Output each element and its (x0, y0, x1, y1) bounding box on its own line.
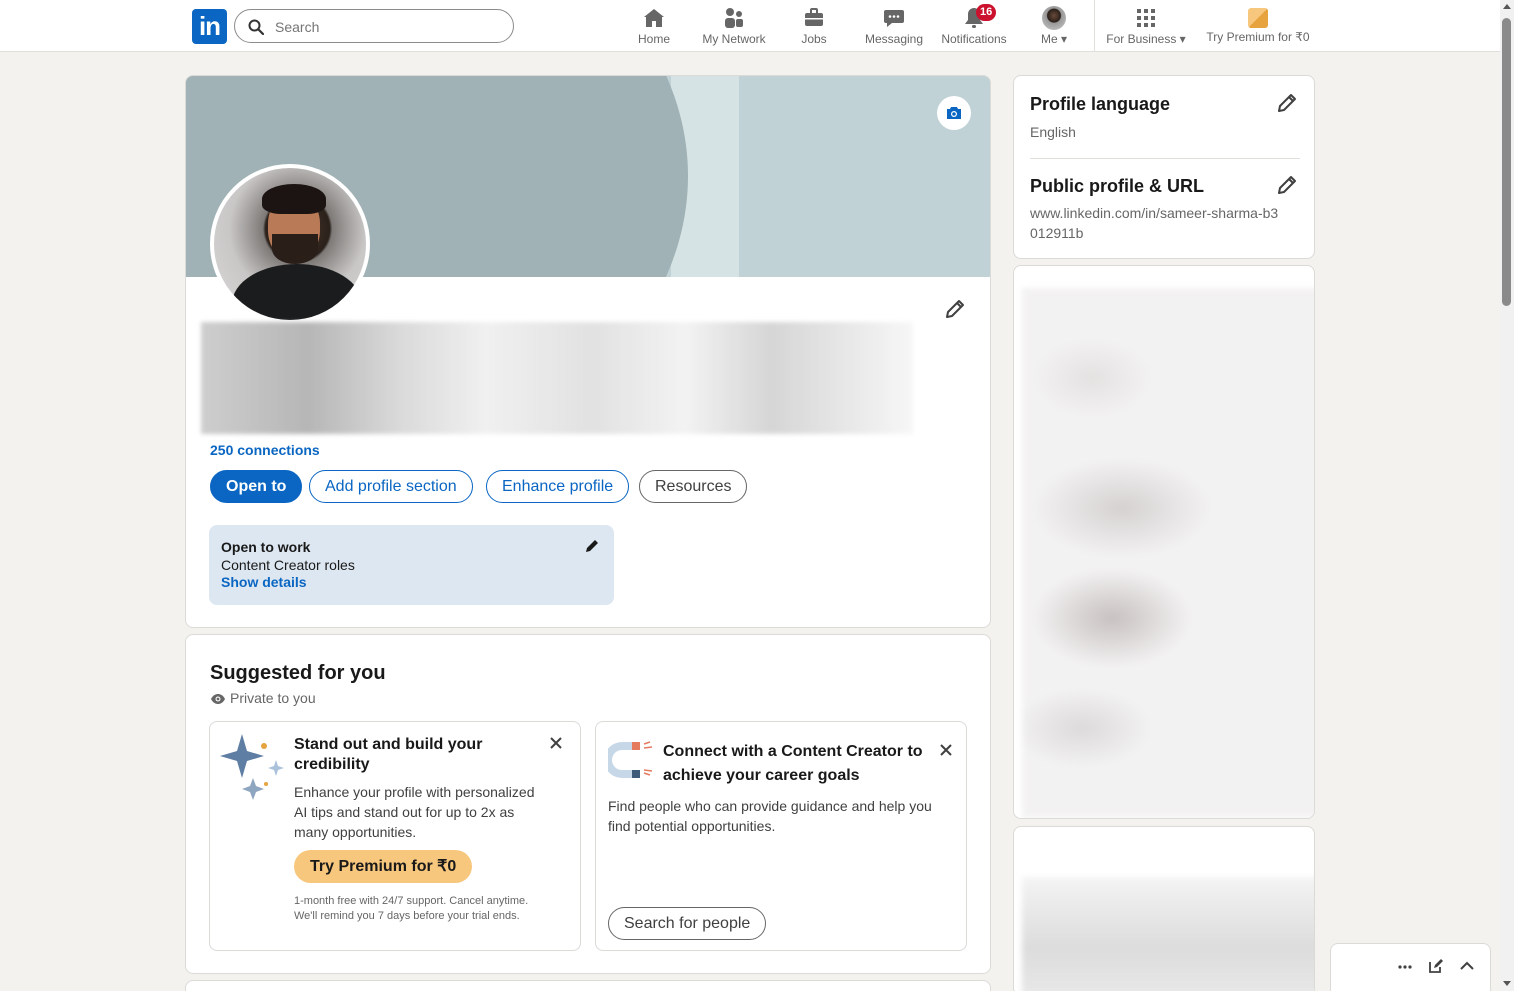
grid-icon (1137, 9, 1155, 27)
profile-language-value: English (1030, 124, 1076, 140)
suggestion-heading: Stand out and build your credibility (294, 736, 483, 773)
nav-try-premium-label: Try Premium for ₹0 (1206, 30, 1310, 44)
edit-banner-button[interactable] (937, 96, 971, 130)
scroll-down-arrow[interactable] (1503, 981, 1511, 986)
search-for-people-button[interactable]: Search for people (608, 907, 767, 940)
search-box[interactable] (234, 9, 514, 43)
open-to-work-box[interactable]: Open to work Content Creator roles Show … (209, 525, 614, 605)
edit-language-pencil-icon[interactable] (1276, 92, 1298, 114)
edit-open-to-work-pencil-icon[interactable] (584, 538, 600, 554)
divider (1030, 158, 1300, 159)
nav-my-network[interactable]: My Network (699, 6, 769, 48)
briefcase-icon (805, 8, 823, 26)
nav-for-business[interactable]: For Business ▾ (1104, 6, 1188, 48)
nav-messaging-label: Messaging (864, 32, 924, 46)
profile-language-title: Profile language (1030, 94, 1171, 114)
compose-icon[interactable] (1428, 958, 1444, 979)
camera-icon (947, 107, 961, 119)
search-icon (248, 19, 264, 35)
chevron-down-icon: ▾ (1179, 32, 1186, 46)
network-icon (725, 8, 743, 28)
nav-jobs-label: Jobs (801, 32, 827, 46)
private-label: Private to you (230, 690, 316, 706)
chat-icon (884, 10, 904, 27)
avatar (1042, 6, 1066, 30)
suggestion-body: Find people who can provide guidance and… (608, 798, 932, 834)
home-icon (644, 9, 664, 27)
open-to-button[interactable]: Open to (210, 470, 303, 503)
premium-fineprint: 1-month free with 24/7 support. Cancel a… (294, 895, 529, 922)
nav-me-label: Me (1040, 32, 1058, 46)
nav-home[interactable]: Home (632, 6, 676, 48)
nav-jobs[interactable]: Jobs (797, 6, 831, 48)
open-to-work-title: Open to work (221, 539, 311, 555)
sparkle-icon (220, 734, 284, 800)
profile-settings-card: Profile language English Public profile … (1013, 75, 1315, 259)
redacted-side-panel (1013, 265, 1315, 819)
premium-icon (1248, 8, 1268, 28)
suggestion-heading: Connect with a Content Creator to achiev… (663, 743, 923, 784)
public-profile-title: Public profile & URL (1030, 176, 1205, 196)
suggested-card: Suggested for you Private to you Stand o… (185, 634, 991, 974)
page-scrollbar[interactable] (1500, 0, 1514, 991)
close-icon[interactable] (549, 736, 563, 750)
redacted-side-panel-2 (1013, 826, 1315, 991)
messaging-bar[interactable] (1330, 943, 1491, 991)
close-icon[interactable] (939, 743, 953, 757)
more-options-icon[interactable] (1397, 958, 1413, 979)
chevron-up-icon[interactable] (1459, 958, 1475, 979)
add-profile-section-button[interactable]: Add profile section (309, 470, 473, 503)
nav-notifications[interactable]: 16 Notifications (939, 4, 1009, 48)
profile-photo[interactable] (210, 164, 370, 324)
suggestion-body: Enhance your profile with personalized A… (294, 784, 535, 840)
show-details-link[interactable]: Show details (221, 574, 307, 590)
nav-me[interactable]: Me ▾ (1034, 6, 1074, 48)
notification-badge: 16 (976, 4, 997, 21)
connections-link[interactable]: 250 connections (210, 442, 320, 458)
public-profile-url: www.linkedin.com/in/sameer-sharma-b30129… (1030, 205, 1279, 241)
edit-public-profile-pencil-icon[interactable] (1276, 174, 1298, 196)
suggested-title: Suggested for you (210, 662, 386, 684)
nav-try-premium[interactable]: Try Premium for ₹0 (1206, 6, 1310, 48)
linkedin-logo[interactable]: in (192, 9, 227, 44)
nav-home-label: Home (637, 32, 670, 46)
redacted-name-headline (201, 322, 913, 434)
resources-button[interactable]: Resources (639, 470, 748, 503)
nav-my-network-label: My Network (702, 32, 766, 46)
top-nav: in Home My Network Jobs Messaging 16 Not… (0, 0, 1500, 52)
nav-divider (1094, 0, 1095, 52)
scrollbar-thumb[interactable] (1502, 18, 1511, 306)
nav-notifications-label: Notifications (941, 32, 1007, 46)
suggestion-card-premium: Stand out and build your credibility Enh… (209, 721, 581, 951)
scroll-up-arrow[interactable] (1503, 4, 1511, 9)
chevron-down-icon: ▾ (1060, 32, 1068, 46)
eye-icon (211, 694, 225, 704)
next-section-card (185, 980, 991, 991)
try-premium-button[interactable]: Try Premium for ₹0 (294, 850, 473, 883)
magnet-icon (608, 741, 653, 778)
suggestion-card-connect: Connect with a Content Creator to achiev… (595, 721, 967, 951)
nav-messaging[interactable]: Messaging (864, 6, 924, 48)
profile-card: 250 connections Open to Add profile sect… (185, 75, 991, 628)
search-input[interactable] (275, 16, 495, 38)
nav-for-business-label: For Business (1106, 32, 1177, 46)
open-to-work-roles: Content Creator roles (221, 557, 355, 573)
edit-intro-pencil-icon[interactable] (944, 298, 966, 320)
enhance-profile-button[interactable]: Enhance profile (486, 470, 630, 503)
